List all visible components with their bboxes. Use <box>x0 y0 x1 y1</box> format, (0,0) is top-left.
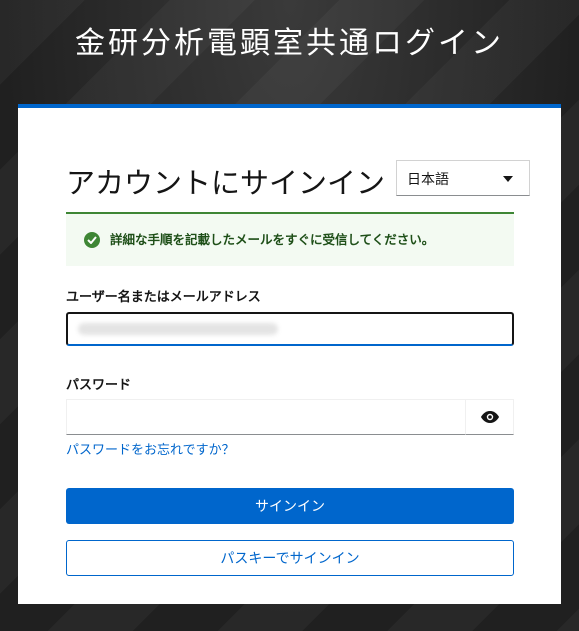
language-selected-value: 日本語 <box>407 172 449 188</box>
brand-title: 金研分析電顕室共通ログイン <box>75 26 504 61</box>
alert-message: 詳細な手順を記載したメールをすぐに受信してください。 <box>110 232 435 247</box>
eye-icon <box>480 408 499 427</box>
page-title: アカウントにサインイン <box>66 166 386 200</box>
check-circle-icon <box>84 232 100 248</box>
language-select[interactable]: 日本語 <box>396 160 530 196</box>
login-card: アカウントにサインイン 日本語 詳細な手順を記載したメールをすぐに受信してくださ… <box>18 104 561 604</box>
passkey-sign-in-button[interactable]: パスキーでサインイン <box>66 540 514 576</box>
chevron-down-icon <box>503 176 513 182</box>
success-alert: 詳細な手順を記載したメールをすぐに受信してください。 <box>66 212 514 266</box>
show-password-button[interactable] <box>465 399 514 435</box>
password-label: パスワード <box>66 378 132 393</box>
redacted-email-value <box>78 323 278 335</box>
username-label: ユーザー名またはメールアドレス <box>66 290 261 305</box>
sign-in-button[interactable]: サインイン <box>66 488 514 524</box>
password-input[interactable] <box>66 399 466 435</box>
forgot-password-link[interactable]: パスワードをお忘れですか？ <box>66 439 235 458</box>
